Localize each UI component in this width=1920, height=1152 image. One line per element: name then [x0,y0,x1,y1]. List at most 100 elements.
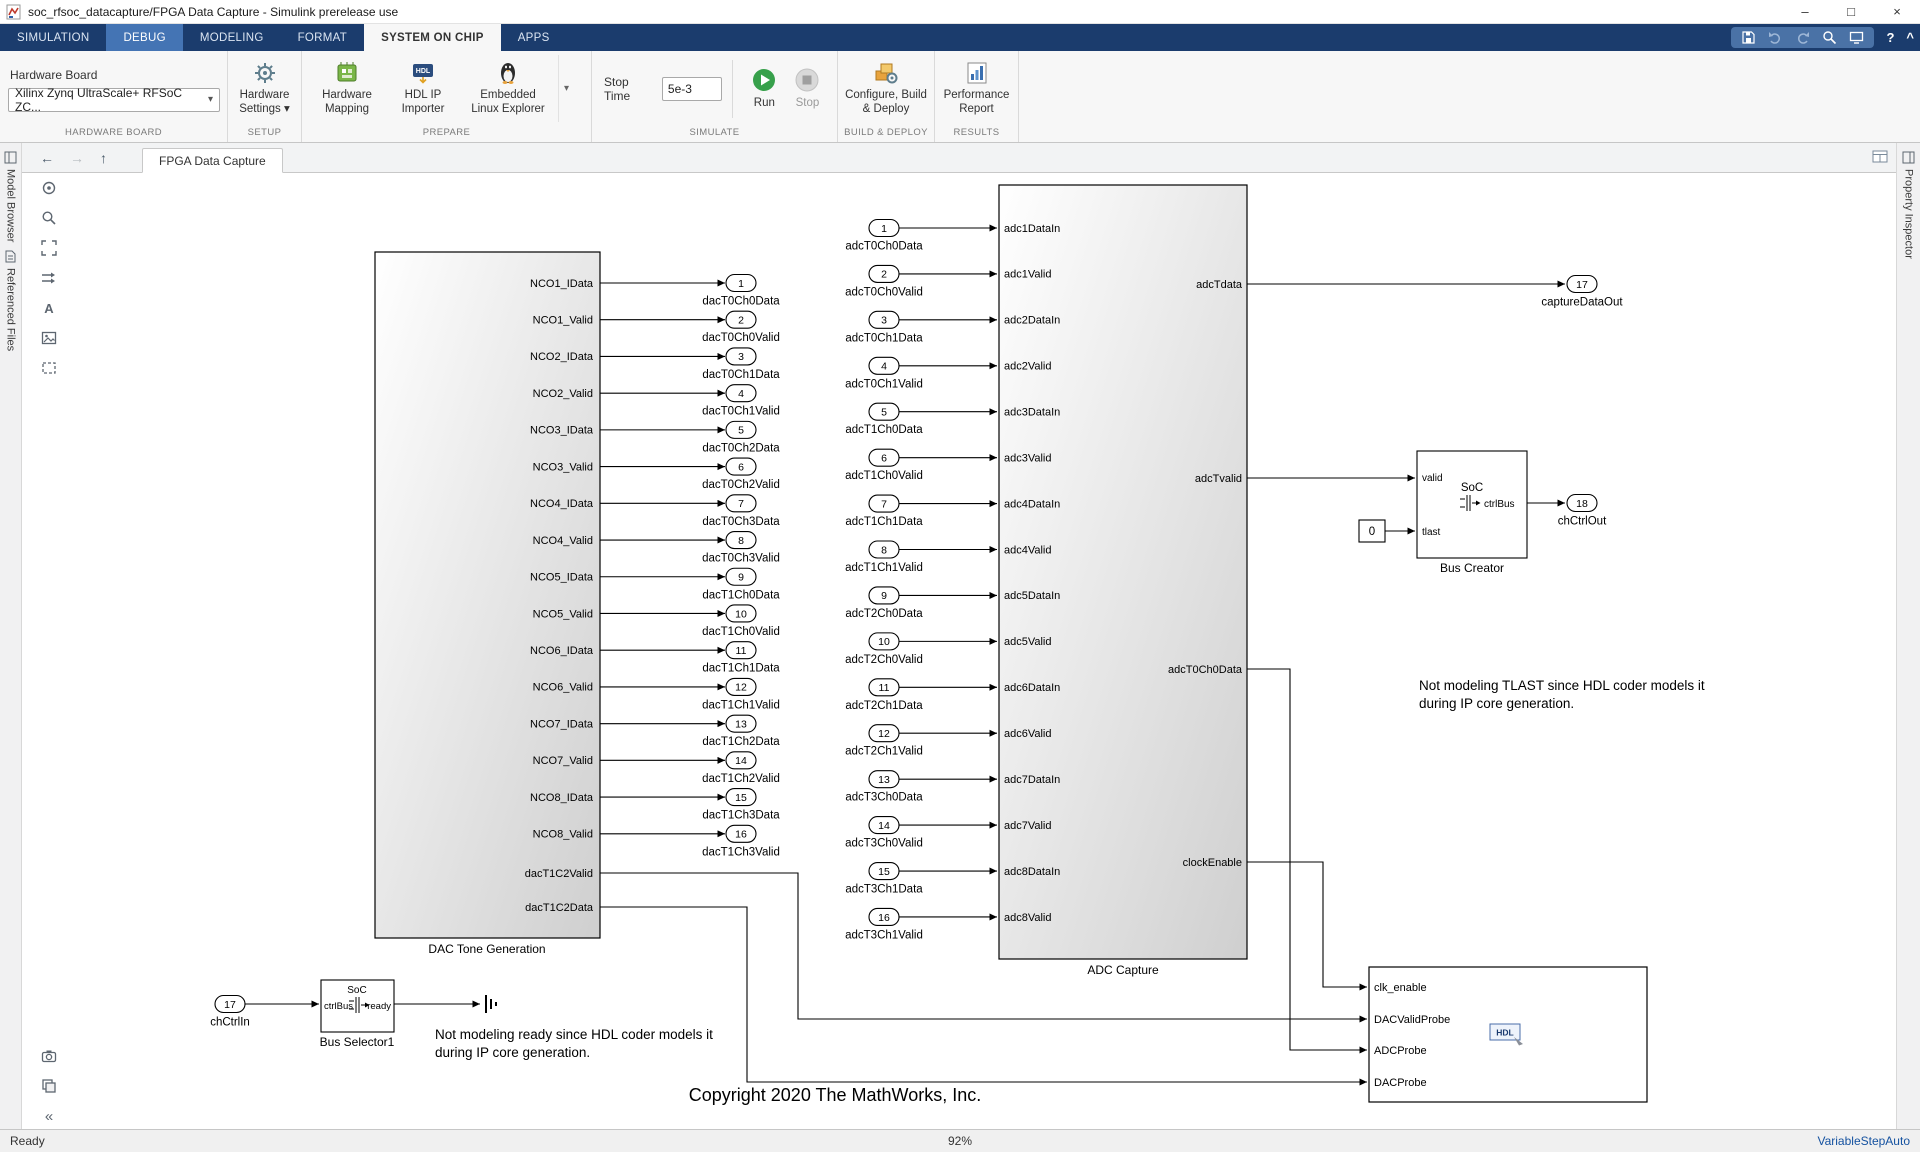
hardware-board-value: Xilinx Zynq UltraScale+ RFSoC ZC... [15,86,208,114]
tab-modeling[interactable]: MODELING [183,24,281,51]
close-button[interactable]: × [1874,0,1920,23]
property-inspector-tab[interactable]: Property Inspector [1902,143,1915,259]
simulink-window: { "window": { "title": "soc_rfsoc_dataca… [0,0,1920,1152]
tab-system-on-chip[interactable]: SYSTEM ON CHIP [364,24,501,51]
inport-3-label: adcT0Ch1Data [845,332,923,344]
outport-2-label: dacT0Ch0Valid [702,332,780,344]
pan-icon[interactable] [40,179,58,197]
inport-1-label: adcT0Ch0Data [845,241,923,253]
zoom-icon[interactable] [40,209,58,227]
adc-input-label: adc7Valid [1004,820,1052,832]
search-icon[interactable] [1822,30,1837,45]
referenced-files-icon [4,250,17,263]
tab-apps[interactable]: APPS [501,24,567,51]
section-hardware-board: Hardware Board Xilinx Zynq UltraScale+ R… [0,51,228,142]
outport-15-number: 15 [735,792,747,804]
inport-4-number: 4 [881,361,887,373]
bus-creator-tlast-label: tlast [1422,527,1441,538]
copyright-annotation: Copyright 2020 The MathWorks, Inc. [689,1085,981,1105]
hardware-mapping-button[interactable]: Hardware Mapping [310,55,384,122]
area-annotation-icon[interactable] [40,359,58,377]
dac-port-label: NCO4_Valid [533,535,593,547]
adc-output-label: adcT0Ch0Data [1168,664,1243,676]
outport-11-label: dacT1Ch1Data [702,663,780,675]
outport-capturedataout-number: 17 [1576,279,1588,291]
inport-8-label: adcT1Ch1Valid [845,562,923,574]
collapse-palette-icon[interactable]: « [40,1107,58,1125]
dac-port-label: NCO3_IData [530,425,594,437]
titlebar: soc_rfsoc_datacapture/FPGA Data Capture … [0,0,1920,24]
property-inspector-label: Property Inspector [1903,169,1915,259]
embedded-linux-explorer-button[interactable]: Embedded Linux Explorer [462,55,554,122]
terminator-block[interactable] [486,995,496,1013]
viewmark-camera-icon[interactable] [40,1047,58,1065]
adc-capture-block[interactable] [999,185,1247,959]
dac-port-label: NCO6_Valid [533,682,593,694]
layers-icon[interactable] [40,1077,58,1095]
outport-10-label: dacT1Ch0Valid [702,626,780,638]
inport-10-number: 10 [878,636,890,648]
tab-format[interactable]: FORMAT [281,24,365,51]
model-browser-tab[interactable]: Model Browser [4,143,17,242]
dac-port-label: NCO1_IData [530,278,594,290]
undo-icon[interactable] [1768,30,1783,45]
hdl-input-label: clk_enable [1374,982,1427,994]
referenced-files-tab[interactable]: Referenced Files [4,242,17,351]
outport-12-label: dacT1Ch1Valid [702,699,780,711]
image-annotation-icon[interactable] [40,329,58,347]
display-icon[interactable] [1849,30,1864,45]
adc-input-label: adc4Valid [1004,544,1052,556]
text-annotation-icon[interactable]: A [40,299,58,317]
adc-input-label: adc4DataIn [1004,498,1060,510]
chevron-down-icon: ▾ [284,103,290,115]
solver-mode[interactable]: VariableStepAuto [1817,1134,1910,1148]
hardware-board-group: Hardware Board Xilinx Zynq UltraScale+ R… [8,66,219,112]
fit-to-view-icon[interactable] [40,239,58,257]
outport-3-number: 3 [738,351,744,363]
signal-routing-icon[interactable] [40,269,58,287]
configure-build-deploy-button[interactable]: Configure, Build & Deploy [838,55,934,122]
section-prepare: Hardware Mapping HDL HDL IP Importer [302,51,592,142]
inport-16-number: 16 [878,912,890,924]
back-icon[interactable]: ← [40,150,54,166]
outport-4-label: dacT0Ch1Valid [702,406,780,418]
prepare-gallery-expand[interactable]: ▾ [558,55,574,122]
up-to-parent-icon[interactable]: ↑ [100,150,107,166]
maximize-button[interactable]: □ [1828,0,1874,23]
clockEnable-wire[interactable] [1247,862,1367,987]
layout-grid-icon[interactable] [1872,150,1888,168]
dacT1C2Data-wire[interactable] [600,907,1367,1082]
outport-3-label: dacT0Ch1Data [702,369,780,381]
forward-icon[interactable]: → [70,150,84,166]
save-icon[interactable] [1741,30,1756,45]
run-button[interactable]: Run [743,55,786,122]
collapse-toolstrip-icon[interactable]: ^ [1906,30,1914,45]
dac-port-label: NCO2_IData [530,351,594,363]
outport-9-number: 9 [738,572,744,584]
inport-2-number: 2 [881,269,887,281]
dacT1C2Valid-wire[interactable] [600,873,1367,1019]
hardware-settings-button[interactable]: Hardware Settings ▾ [230,55,300,122]
document-tab-fpga-data-capture[interactable]: FPGA Data Capture [142,148,283,173]
bus-creator-output-label: ctrlBus [1484,499,1515,510]
adc-input-label: adc8Valid [1004,912,1052,924]
tab-simulation[interactable]: SIMULATION [0,24,106,51]
redo-icon[interactable] [1795,30,1810,45]
minimize-button[interactable]: – [1782,0,1828,23]
adcT0Ch0Data-wire[interactable] [1247,669,1367,1050]
setup-content: Hardware Settings ▾ [228,51,301,126]
help-icon[interactable]: ? [1886,30,1894,45]
stop-time-input[interactable] [662,77,722,101]
hdl-ip-importer-button[interactable]: HDL HDL IP Importer [388,55,458,122]
performance-report-button[interactable]: Performance Report [936,55,1018,122]
hdl-input-label: DACProbe [1374,1077,1427,1089]
toolstrip: Hardware Board Xilinx Zynq UltraScale+ R… [0,51,1920,143]
hardware-board-dropdown[interactable]: Xilinx Zynq UltraScale+ RFSoC ZC... ▾ [8,88,220,112]
tlast-annotation-line1: Not modeling TLAST since HDL coder model… [1419,678,1705,693]
stop-icon [794,67,820,93]
ready-annotation-line1: Not modeling ready since HDL coder model… [435,1027,713,1042]
inport-6-label: adcT1Ch0Valid [845,470,923,482]
tab-debug[interactable]: DEBUG [106,24,182,51]
adc-block-label: ADC Capture [1087,963,1159,977]
model-canvas[interactable]: DAC Tone GenerationNCO1_IDataNCO1_ValidN… [22,173,1896,1129]
